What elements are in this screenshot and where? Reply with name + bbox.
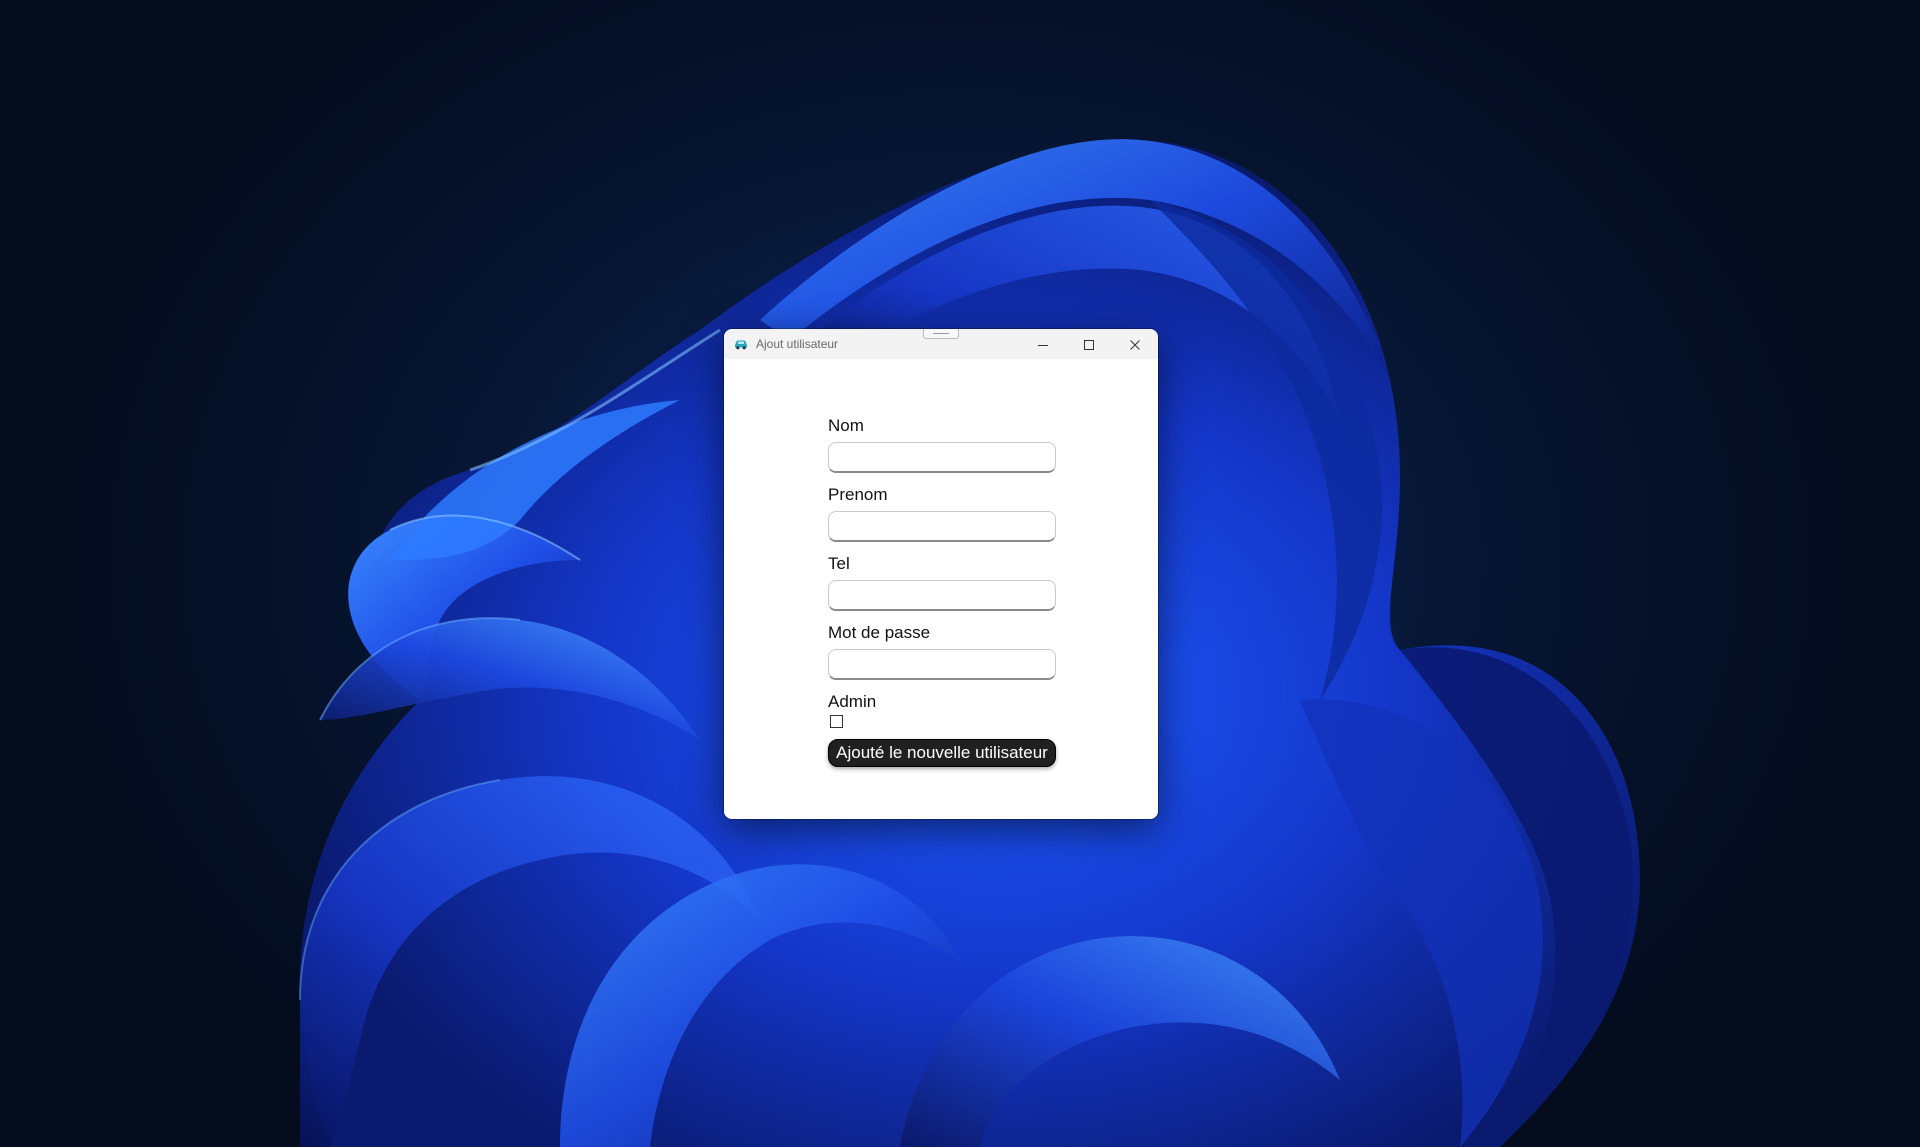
maximize-button[interactable] — [1066, 329, 1112, 359]
add-user-form: Nom Prenom Tel Mot de passe Admin Ajouté… — [828, 415, 1056, 767]
minimize-icon — [1038, 335, 1048, 354]
admin-checkbox[interactable] — [830, 715, 843, 728]
caption-buttons — [1020, 329, 1158, 359]
nom-label: Nom — [828, 416, 864, 435]
tel-label: Tel — [828, 554, 850, 573]
close-icon — [1130, 335, 1140, 354]
window-title: Ajout utilisateur — [756, 337, 839, 351]
add-user-button[interactable]: Ajouté le nouvelle utilisateur — [828, 739, 1056, 767]
add-user-window: Ajout utilisateur Nom Prenom Tel Mot de … — [724, 329, 1158, 819]
prenom-label: Prenom — [828, 485, 888, 504]
prenom-input[interactable] — [828, 511, 1056, 542]
admin-label: Admin — [828, 692, 877, 711]
window-content: Nom Prenom Tel Mot de passe Admin Ajouté… — [724, 359, 1158, 819]
password-label: Mot de passe — [828, 623, 931, 642]
app-car-icon — [732, 337, 750, 351]
minimize-button[interactable] — [1020, 329, 1066, 359]
close-button[interactable] — [1112, 329, 1158, 359]
tel-input[interactable] — [828, 580, 1056, 611]
title-bar[interactable]: Ajout utilisateur — [724, 329, 1158, 359]
drag-handle[interactable] — [923, 329, 959, 339]
password-input[interactable] — [828, 649, 1056, 680]
nom-input[interactable] — [828, 442, 1056, 473]
desktop: Ajout utilisateur Nom Prenom Tel Mot de … — [0, 0, 1920, 1147]
maximize-icon — [1084, 335, 1094, 354]
